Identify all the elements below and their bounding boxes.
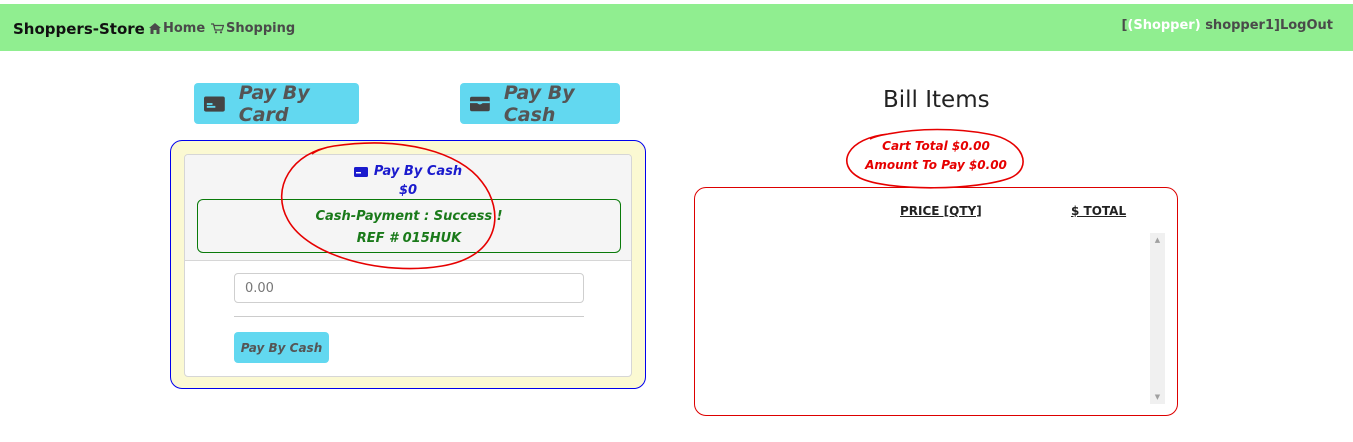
scroll-down-arrow-icon[interactable]: ▼ bbox=[1150, 393, 1165, 401]
nav-home-label: Home bbox=[163, 21, 206, 36]
bill-scrollbar[interactable]: ▲ ▼ bbox=[1150, 233, 1165, 404]
pay-by-cash-submit-button[interactable]: Pay By Cash bbox=[234, 332, 329, 363]
pay-by-card-button[interactable]: Pay By Card bbox=[194, 81, 359, 126]
payment-panel: Pay By Cash $0 Cash-Payment : Success ! … bbox=[170, 140, 646, 389]
pay-by-cash-method-button[interactable]: Pay By Cash bbox=[460, 81, 620, 126]
cash-amount-input[interactable] bbox=[234, 273, 584, 303]
cart-total: Cart Total $0.00 bbox=[882, 139, 990, 153]
credit-card-icon bbox=[204, 95, 225, 112]
payment-status-box: Cash-Payment : Success ! REF # 015HUK bbox=[197, 199, 621, 253]
column-header-price: PRICE [QTY] bbox=[900, 204, 982, 218]
user-info: [(Shopper) shopper1]LogOut bbox=[1121, 18, 1333, 33]
user-name: shopper1] bbox=[1200, 18, 1280, 33]
card-small-icon bbox=[353, 166, 368, 177]
amount-to-pay: Amount To Pay $0.00 bbox=[865, 158, 1007, 172]
payment-method-title: Pay By Cash bbox=[185, 164, 631, 179]
nav-home-link[interactable]: Home bbox=[149, 21, 205, 36]
user-role: (Shopper) bbox=[1127, 18, 1201, 33]
divider bbox=[234, 316, 584, 317]
payment-card: Pay By Cash $0 Cash-Payment : Success ! … bbox=[184, 154, 632, 377]
bill-items-title: Bill Items bbox=[883, 87, 990, 113]
payment-amount: $0 bbox=[398, 183, 418, 198]
pay-by-card-label: Pay By Card bbox=[238, 81, 310, 126]
pay-by-cash-method-label: Pay By Cash bbox=[503, 81, 575, 126]
navbar: Shoppers-Store Home Shopping [(Shopper) … bbox=[0, 4, 1353, 51]
column-header-total: $ TOTAL bbox=[1071, 204, 1127, 218]
cart-icon bbox=[211, 23, 224, 34]
payment-header: Pay By Cash $0 Cash-Payment : Success ! … bbox=[185, 155, 631, 261]
payment-status-message: Cash-Payment : Success ! bbox=[315, 209, 503, 224]
scroll-up-arrow-icon[interactable]: ▲ bbox=[1150, 236, 1165, 244]
payment-reference: REF # 015HUK bbox=[356, 231, 462, 246]
nav-shopping-label: Shopping bbox=[226, 21, 296, 36]
payment-method-label: Pay By Cash bbox=[373, 164, 463, 179]
logout-link[interactable]: LogOut bbox=[1280, 18, 1333, 33]
wallet-icon bbox=[470, 96, 490, 111]
nav-shopping-link[interactable]: Shopping bbox=[211, 21, 295, 36]
home-icon bbox=[149, 23, 161, 34]
brand-logo[interactable]: Shoppers-Store bbox=[13, 20, 145, 38]
bill-items-box: PRICE [QTY] $ TOTAL ▲ ▼ bbox=[694, 187, 1178, 416]
